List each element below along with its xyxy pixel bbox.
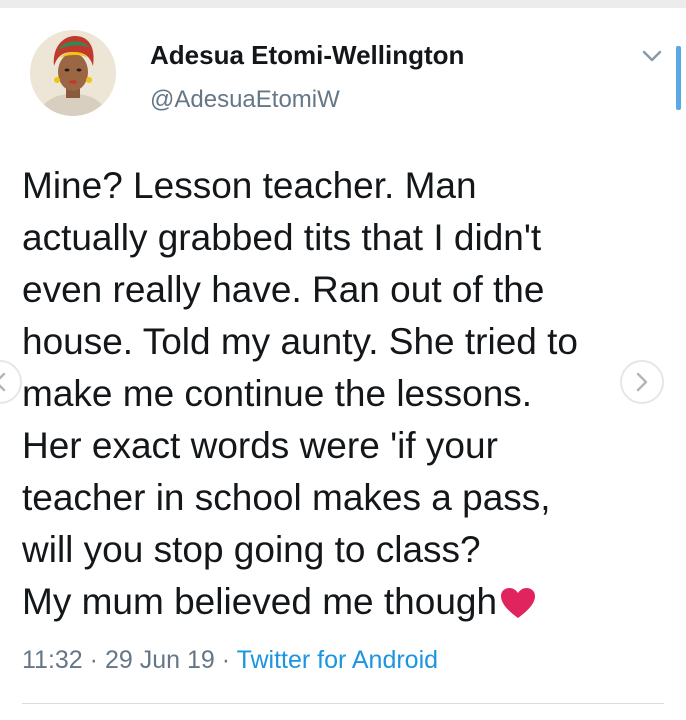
display-name[interactable]: Adesua Etomi-Wellington: [150, 40, 464, 71]
avatar-image: [30, 30, 116, 116]
tweet-body: Mine? Lesson teacher. Man actually grabb…: [22, 165, 579, 622]
meta-separator: ·: [221, 646, 231, 674]
red-heart-icon: [499, 582, 537, 634]
tweet-text: Mine? Lesson teacher. Man actually grabb…: [22, 160, 672, 634]
avatar[interactable]: [30, 30, 116, 116]
chevron-left-icon: [0, 372, 6, 392]
meta-separator: ·: [89, 646, 98, 674]
bottom-divider: [22, 703, 664, 704]
chevron-right-icon: [636, 372, 648, 392]
previous-slide-button[interactable]: [0, 360, 22, 404]
top-divider: [0, 0, 686, 8]
tweet-time[interactable]: 11:32: [22, 646, 83, 674]
next-slide-button[interactable]: [620, 360, 664, 404]
tweet-menu-button[interactable]: [638, 42, 666, 70]
tweet-source-link[interactable]: Twitter for Android: [237, 646, 438, 674]
tweet-date[interactable]: 29 Jun 19: [105, 646, 215, 674]
chevron-down-icon: [642, 50, 662, 62]
scroll-indicator[interactable]: [676, 46, 681, 110]
tweet-meta: 11:32 · 29 Jun 19 · Twitter for Android: [22, 646, 438, 675]
handle[interactable]: @AdesuaEtomiW: [150, 86, 340, 114]
